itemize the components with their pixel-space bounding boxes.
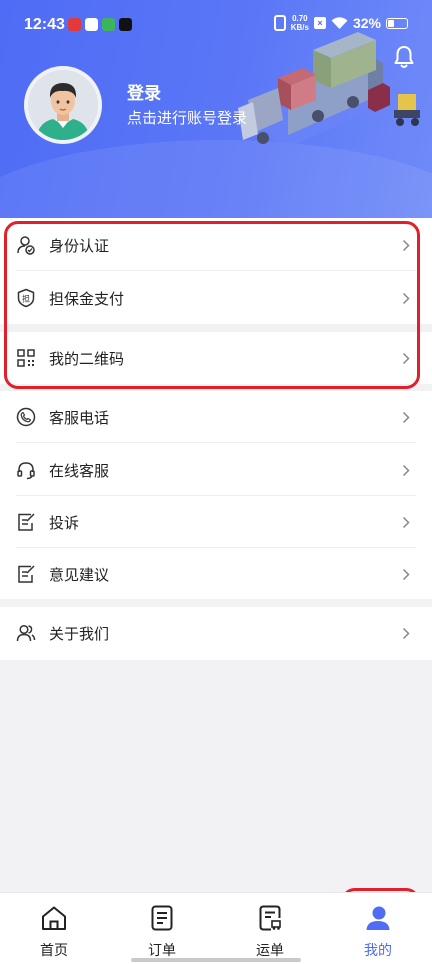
waybill-doc-icon: [259, 905, 281, 931]
tab-label: 运单: [256, 943, 284, 959]
chevron-right-icon: [402, 352, 410, 365]
status-notification-icons: [68, 18, 132, 31]
profile-header: 12:43 0.70 KB/s × 32% 登录 点击进行账号登录: [0, 0, 432, 218]
login-title[interactable]: 登录: [127, 79, 161, 104]
order-doc-icon: [151, 905, 173, 931]
vibrate-icon: [273, 15, 286, 31]
menu-section-account: 身份认证 担 担保金支付: [0, 218, 432, 324]
chevron-right-icon: [402, 627, 410, 640]
tiktok-notification-icon: [119, 18, 132, 31]
avatar[interactable]: [24, 66, 102, 144]
tab-label: 订单: [148, 943, 176, 959]
chevron-right-icon: [402, 411, 410, 424]
tab-label: 首页: [40, 943, 68, 959]
menu-section-service: 客服电话 在线客服 投诉 意见建议: [0, 391, 432, 599]
feedback-edit-icon: [18, 565, 35, 583]
network-speed-value: 0.70: [292, 14, 308, 23]
tab-mine[interactable]: 我的: [324, 893, 432, 964]
people-icon: [16, 624, 36, 642]
no-sim-icon: ×: [313, 17, 326, 29]
home-indicator: [131, 958, 301, 962]
menu-item-about-us[interactable]: 关于我们: [0, 607, 432, 659]
menu-item-my-qrcode[interactable]: 我的二维码: [0, 332, 432, 384]
headset-icon: [17, 462, 35, 480]
status-time: 12:43: [24, 16, 65, 33]
battery-icon: [386, 17, 408, 29]
tab-orders[interactable]: 订单: [108, 893, 216, 964]
menu-item-label: 投诉: [49, 514, 80, 532]
app-notification-icon: [68, 18, 81, 31]
chevron-right-icon: [402, 568, 410, 581]
mail-notification-icon: [85, 18, 98, 31]
profile-icon: [366, 906, 390, 930]
menu-section-qrcode: 我的二维码: [0, 332, 432, 384]
qrcode-icon: [17, 349, 35, 367]
battery-percent: 32%: [352, 15, 381, 31]
chevron-right-icon: [402, 239, 410, 252]
menu-item-online-service[interactable]: 在线客服: [0, 444, 432, 496]
menu-item-label: 意见建议: [49, 566, 110, 584]
menu-item-complaint[interactable]: 投诉: [0, 496, 432, 548]
tab-label: 我的: [364, 943, 392, 959]
menu-item-label: 身份认证: [49, 237, 110, 255]
avatar-person-icon: [28, 70, 98, 140]
menu-item-label: 担保金支付: [49, 290, 125, 308]
chevron-right-icon: [402, 464, 410, 477]
wifi-icon: [331, 17, 348, 29]
menu-section-about: 关于我们: [0, 607, 432, 660]
menu-item-identity-verification[interactable]: 身份认证: [0, 219, 432, 271]
guarantee-shield-icon: 担: [17, 288, 35, 308]
svg-text:担: 担: [22, 294, 30, 304]
menu-item-label: 在线客服: [49, 462, 110, 480]
phone-icon: [16, 407, 36, 427]
complaint-edit-icon: [18, 513, 35, 531]
menu-item-label: 我的二维码: [49, 350, 125, 368]
truck-illustration: [238, 32, 420, 148]
chevron-right-icon: [402, 516, 410, 529]
menu-item-service-phone[interactable]: 客服电话: [0, 391, 432, 443]
home-icon: [42, 906, 66, 930]
chat-notification-icon: [102, 18, 115, 31]
bottom-tab-bar: 首页 订单 运单 我的: [0, 892, 432, 964]
tab-home[interactable]: 首页: [0, 893, 108, 964]
menu-item-suggestions[interactable]: 意见建议: [0, 548, 432, 600]
chevron-right-icon: [402, 292, 410, 305]
user-verify-icon: [17, 236, 35, 255]
menu-item-guarantee-payment[interactable]: 担 担保金支付: [0, 272, 432, 324]
menu-item-label: 关于我们: [49, 625, 110, 643]
login-subtitle[interactable]: 点击进行账号登录: [127, 107, 247, 128]
menu-item-label: 客服电话: [49, 409, 110, 427]
tab-waybill[interactable]: 运单: [216, 893, 324, 964]
